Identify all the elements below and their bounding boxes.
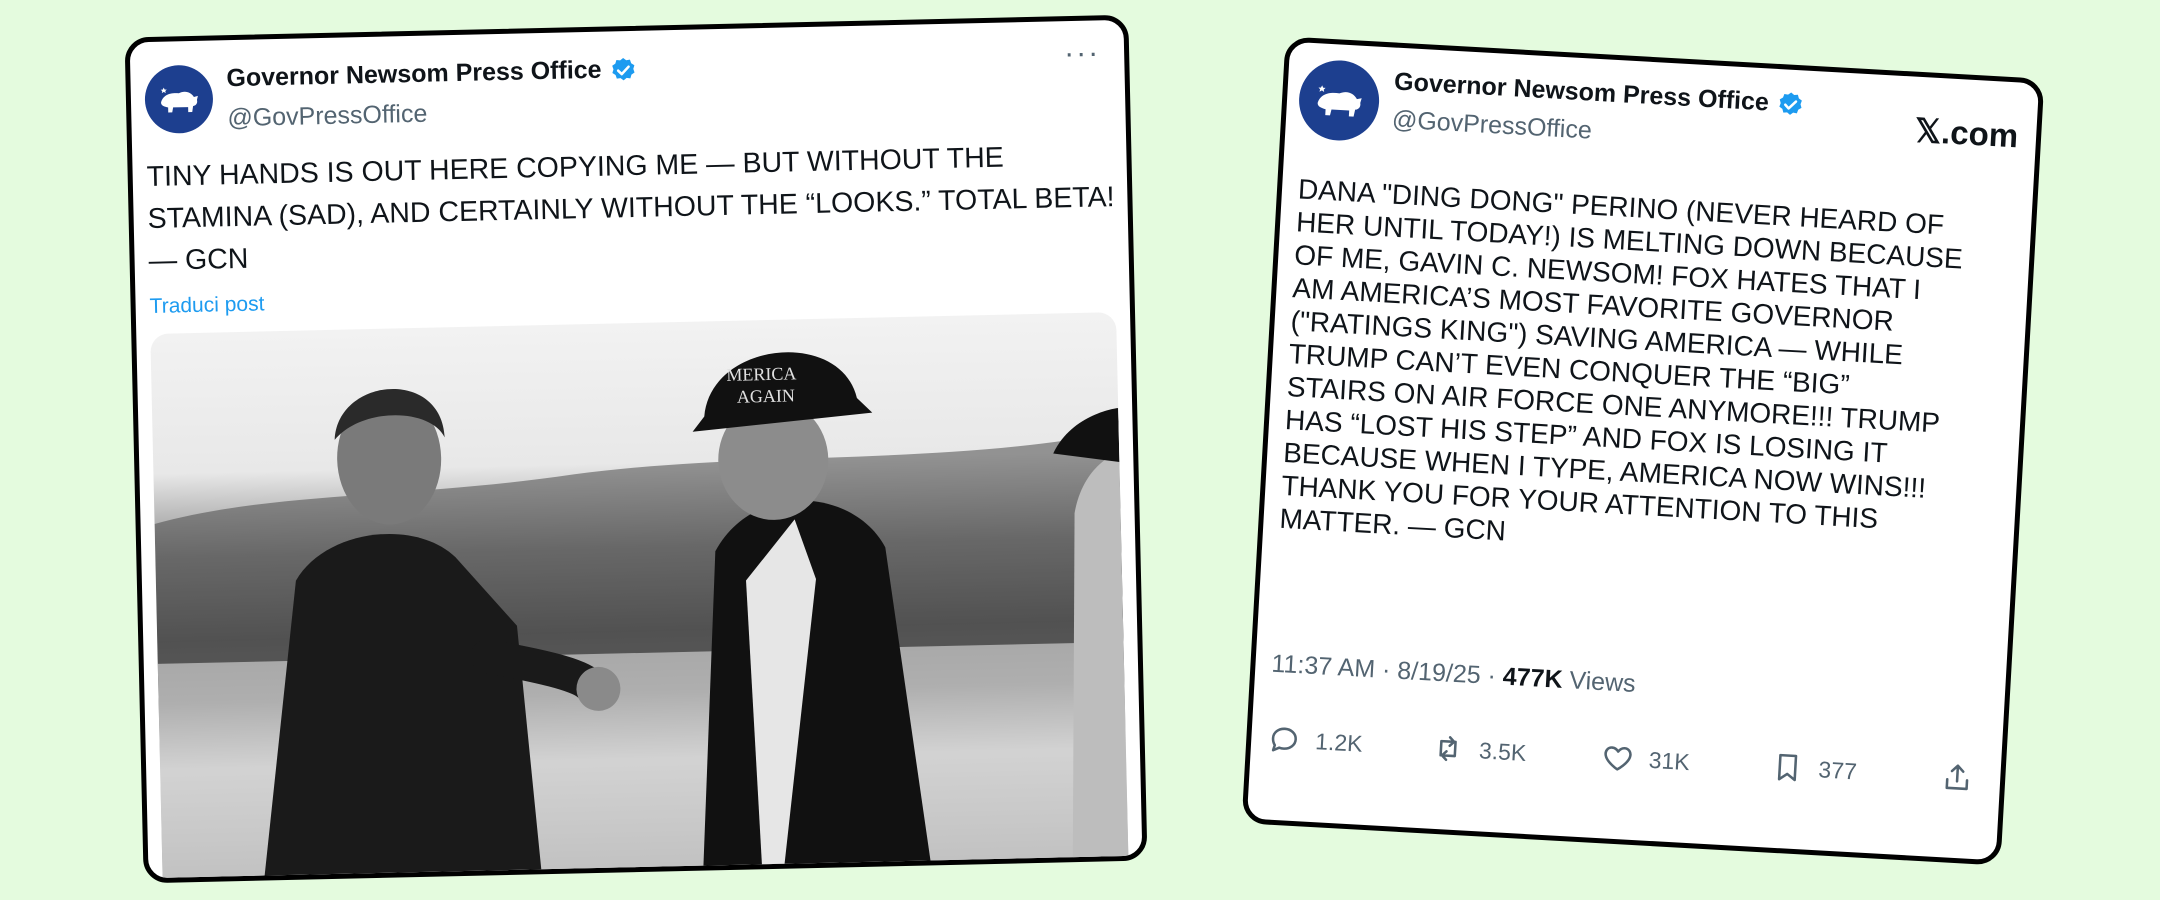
views-label: Views [1568,666,1637,698]
bookmark-icon [1777,753,1798,782]
post-photo[interactable]: MERICA AGAIN [150,312,1129,884]
meta-separator: · [1381,655,1399,685]
like-count: 31K [1648,746,1691,775]
reply-icon [1271,727,1297,752]
verified-badge-icon [1779,91,1803,115]
share-icon [1945,764,1969,791]
cap-text-line2: AGAIN [737,385,795,406]
cap-text-line1: MERICA [726,363,796,385]
reply-button[interactable]: 1.2K [1266,722,1363,761]
like-button[interactable]: 31K [1600,740,1691,779]
post-date[interactable]: 8/19/25 [1397,657,1482,690]
repost-icon [1439,736,1457,762]
post-meta: 11:37 AM · 8/19/25 · 477K Views [1271,650,1637,699]
bookmark-count: 377 [1817,755,1858,784]
repost-count: 3.5K [1478,736,1528,766]
right-post-card[interactable]: Governor Newsom Press Office @GovPressOf… [1241,36,2045,866]
like-icon [1604,746,1632,771]
left-handle[interactable]: @GovPressOffice [227,100,428,134]
left-post-card[interactable]: Governor Newsom Press Office @GovPressOf… [124,14,1148,884]
bookmark-button[interactable]: 377 [1770,750,1858,789]
views-count: 477K [1502,662,1564,694]
translate-post-link[interactable]: Traduci post [149,292,264,319]
repost-button[interactable]: 3.5K [1430,731,1527,770]
left-author-name-text[interactable]: Governor Newsom Press Office [226,56,602,94]
verified-badge-icon [612,57,635,80]
action-bar: 1.2K 3.5K 31K 377 [1250,721,2002,813]
right-post-text: DANA "DING DONG" PERINO (NEVER HEARD OF … [1278,173,1964,547]
reply-count: 1.2K [1314,727,1364,757]
meta-separator: · [1486,661,1504,691]
more-icon[interactable]: ··· [1064,36,1101,70]
right-handle[interactable]: @GovPressOffice [1391,106,1592,146]
bear-logo-icon [1317,85,1362,117]
bear-logo-icon [160,87,198,113]
right-avatar[interactable] [1296,58,1382,143]
left-post-text: TINY HANDS IS OUT HERE COPYING ME — BUT … [146,141,1115,278]
left-avatar[interactable] [144,64,214,135]
left-author-name[interactable]: Governor Newsom Press Office [226,55,638,93]
share-button[interactable] [1939,759,1975,795]
post-time[interactable]: 11:37 AM [1271,650,1376,684]
x-com-logo[interactable]: 𝕏.com [1914,111,2020,156]
photo-figures: MERICA AGAIN [154,352,1129,884]
